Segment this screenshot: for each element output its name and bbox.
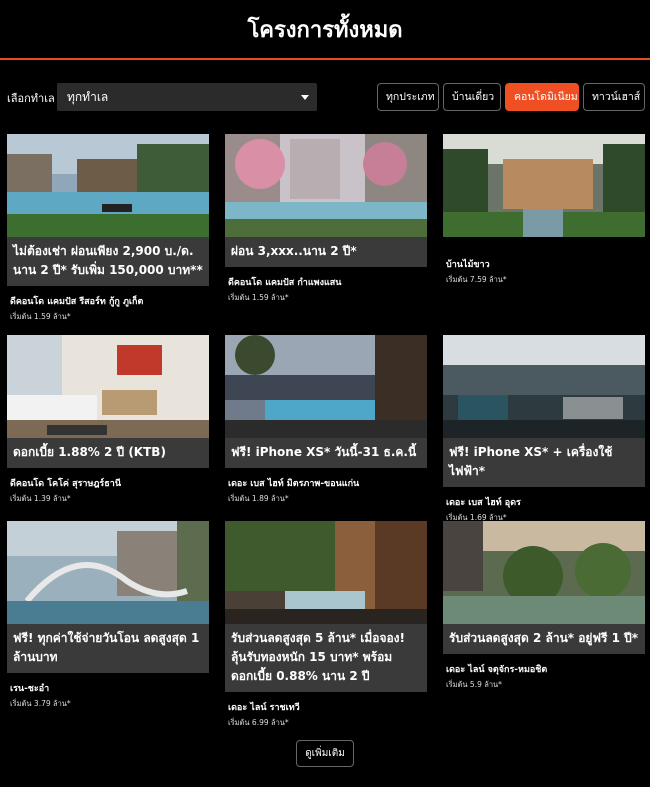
project-name: ดีคอนโด แคมปัส กำแพงแสน: [228, 278, 342, 288]
project-card[interactable]: รับส่วนลดสูงสุด 2 ล้าน* อยู่ฟรี 1 ปี* เด…: [443, 521, 645, 691]
tab-all-types[interactable]: ทุกประเภท: [377, 83, 439, 111]
promo-text: ไม่ต้องเช่า ผ่อนเพียง 2,900 บ./ด. นาน 2 …: [7, 237, 209, 286]
location-filter-label: เลือกทำเล: [7, 92, 55, 105]
tab-townhouse[interactable]: ทาวน์เฮาส์: [583, 83, 645, 111]
project-card[interactable]: ฟรี! ทุกค่าใช้จ่ายวันโอน ลดสูงสุด 1 ล้าน…: [7, 521, 209, 710]
tab-condominium[interactable]: คอนโดมิเนียม: [505, 83, 579, 111]
project-price: เริ่มต้น 5.9 ล้าน*: [446, 680, 502, 689]
project-photo[interactable]: [7, 521, 209, 624]
project-price: เริ่มต้น 1.59 ล้าน*: [228, 293, 289, 302]
promo-text: ฟรี! iPhone XS* + เครื่องใช้ไฟฟ้า*: [443, 438, 645, 487]
project-name: เดอะ ไลน์ ราชเทวี: [228, 703, 300, 713]
promo-text: ฟรี! iPhone XS* วันนี้-31 ธ.ค.นี้: [225, 438, 427, 468]
tab-single-house[interactable]: บ้านเดี่ยว: [443, 83, 501, 111]
project-price: เริ่มต้น 1.39 ล้าน*: [10, 494, 71, 503]
view-more-button[interactable]: ดูเพิ่มเติม: [296, 740, 354, 767]
location-select-value: ทุกทำเล: [67, 90, 109, 104]
location-select[interactable]: ทุกทำเล: [57, 83, 317, 111]
project-name: เดอะ เบส ไฮท์ มิตรภาพ-ขอนแก่น: [228, 479, 360, 489]
project-card[interactable]: บ้านไม้ขาว เริ่มต้น 7.59 ล้าน*: [443, 134, 645, 286]
project-price: เริ่มต้น 3.79 ล้าน*: [10, 699, 71, 708]
project-price: เริ่มต้น 6.99 ล้าน*: [228, 718, 289, 727]
project-name: ดีคอนโด แคมปัส รีสอร์ท กู้กู ภูเก็ต: [10, 297, 144, 307]
project-card[interactable]: รับส่วนลดสูงสุด 5 ล้าน* เมื่อจอง! ลุ้นรั…: [225, 521, 427, 729]
project-name: ดีคอนโด โคโค่ สุราษฎร์ธานี: [10, 479, 121, 489]
project-card[interactable]: ไม่ต้องเช่า ผ่อนเพียง 2,900 บ./ด. นาน 2 …: [7, 134, 209, 323]
promo-text: ดอกเบี้ย 1.88% 2 ปี (KTB): [7, 438, 209, 468]
promo-text: ฟรี! ทุกค่าใช้จ่ายวันโอน ลดสูงสุด 1 ล้าน…: [7, 624, 209, 673]
project-price: เริ่มต้น 7.59 ล้าน*: [446, 275, 507, 284]
project-name: เรน-ชะอำ: [10, 684, 50, 694]
project-photo[interactable]: [443, 521, 645, 624]
project-name: เดอะ ไลน์ จตุจักร-หมอชิต: [446, 665, 548, 675]
project-card[interactable]: ดอกเบี้ย 1.88% 2 ปี (KTB) ดีคอนโด โคโค่ …: [7, 335, 209, 505]
project-photo[interactable]: [225, 521, 427, 624]
project-card[interactable]: ฟรี! iPhone XS* + เครื่องใช้ไฟฟ้า* เดอะ …: [443, 335, 645, 524]
project-photo[interactable]: [443, 134, 645, 237]
property-type-tabs: ทุกประเภท บ้านเดี่ยว คอนโดมิเนียม ทาวน์เ…: [377, 83, 645, 111]
title-divider: [0, 58, 650, 60]
promo-text: รับส่วนลดสูงสุด 2 ล้าน* อยู่ฟรี 1 ปี*: [443, 624, 645, 654]
page-title: โครงการทั้งหมด: [247, 18, 403, 43]
chevron-down-icon: [301, 95, 309, 100]
project-photo[interactable]: [7, 134, 209, 237]
project-photo[interactable]: [225, 134, 427, 237]
project-photo[interactable]: [7, 335, 209, 438]
project-price: เริ่มต้น 1.59 ล้าน*: [10, 312, 71, 321]
project-card[interactable]: ผ่อน 3,xxx..นาน 2 ปี* ดีคอนโด แคมปัส กำแ…: [225, 134, 427, 304]
project-photo[interactable]: [443, 335, 645, 438]
project-photo[interactable]: [225, 335, 427, 438]
project-price: เริ่มต้น 1.89 ล้าน*: [228, 494, 289, 503]
project-card[interactable]: ฟรี! iPhone XS* วันนี้-31 ธ.ค.นี้ เดอะ เ…: [225, 335, 427, 505]
project-name: บ้านไม้ขาว: [446, 260, 490, 270]
project-name: เดอะ เบส ไฮท์ อุดร: [446, 498, 521, 508]
promo-text: รับส่วนลดสูงสุด 5 ล้าน* เมื่อจอง! ลุ้นรั…: [225, 624, 427, 692]
promo-text: ผ่อน 3,xxx..นาน 2 ปี*: [225, 237, 427, 267]
